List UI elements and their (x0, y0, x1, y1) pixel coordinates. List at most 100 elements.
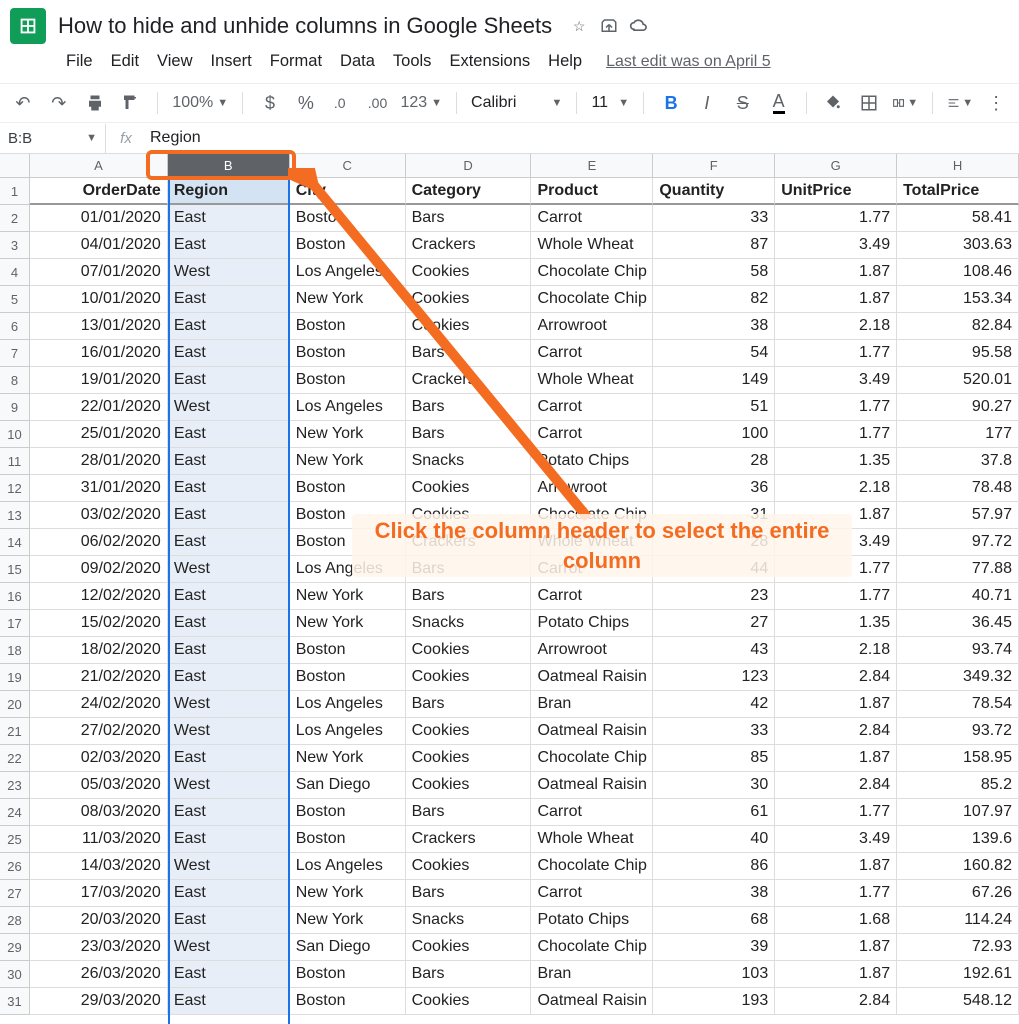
cell[interactable]: 153.34 (897, 286, 1019, 313)
cell[interactable]: 1.77 (775, 799, 897, 826)
cell[interactable]: Los Angeles (290, 259, 406, 286)
cell[interactable]: 03/02/2020 (30, 502, 168, 529)
row-header[interactable]: 30 (0, 961, 30, 988)
cell[interactable]: 3.49 (775, 232, 897, 259)
cell[interactable]: Chocolate Chip (531, 745, 653, 772)
cell[interactable]: Carrot (531, 205, 653, 232)
cell[interactable]: 05/03/2020 (30, 772, 168, 799)
row-header[interactable]: 27 (0, 880, 30, 907)
decrease-decimal-icon[interactable]: .0 (329, 90, 355, 116)
cell[interactable]: 01/01/2020 (30, 205, 168, 232)
cell[interactable]: 68 (653, 907, 775, 934)
menu-insert[interactable]: Insert (203, 48, 260, 75)
cell[interactable]: 149 (653, 367, 775, 394)
cell[interactable]: Los Angeles (290, 556, 406, 583)
borders-button[interactable] (856, 90, 882, 116)
cell[interactable]: East (168, 232, 290, 259)
row-header[interactable]: 1 (0, 178, 30, 205)
cell[interactable]: Snacks (406, 448, 532, 475)
cell[interactable]: East (168, 664, 290, 691)
sheets-logo-icon[interactable] (10, 8, 46, 44)
cell[interactable]: West (168, 934, 290, 961)
cell[interactable]: Cookies (406, 934, 532, 961)
cell[interactable]: 192.61 (897, 961, 1019, 988)
header-cell[interactable]: Category (406, 178, 532, 205)
cell[interactable]: Boston (290, 961, 406, 988)
move-icon[interactable] (598, 15, 620, 37)
cell[interactable]: Boston (290, 340, 406, 367)
cell[interactable]: 1.87 (775, 745, 897, 772)
cell[interactable]: East (168, 340, 290, 367)
cell[interactable]: Arrowroot (531, 475, 653, 502)
italic-button[interactable]: I (694, 90, 720, 116)
cell[interactable]: Crackers (406, 529, 532, 556)
cell[interactable]: New York (290, 448, 406, 475)
cell[interactable]: 15/02/2020 (30, 610, 168, 637)
cell[interactable]: 14/03/2020 (30, 853, 168, 880)
cell[interactable]: 1.87 (775, 259, 897, 286)
cell[interactable]: Boston (290, 475, 406, 502)
cell[interactable]: 349.32 (897, 664, 1019, 691)
cell[interactable]: East (168, 583, 290, 610)
cell[interactable]: Oatmeal Raisin (531, 988, 653, 1015)
cell[interactable]: Boston (290, 637, 406, 664)
cell[interactable]: East (168, 475, 290, 502)
cell[interactable]: Bars (406, 880, 532, 907)
cell[interactable]: East (168, 961, 290, 988)
cell[interactable]: 1.35 (775, 448, 897, 475)
cell[interactable]: 1.87 (775, 691, 897, 718)
cell[interactable]: Cookies (406, 745, 532, 772)
row-header[interactable]: 17 (0, 610, 30, 637)
row-header[interactable]: 8 (0, 367, 30, 394)
cell[interactable]: New York (290, 286, 406, 313)
cell[interactable]: 82 (653, 286, 775, 313)
cell[interactable]: New York (290, 745, 406, 772)
cell[interactable]: 04/01/2020 (30, 232, 168, 259)
document-title[interactable]: How to hide and unhide columns in Google… (58, 13, 552, 39)
header-cell[interactable]: Quantity (653, 178, 775, 205)
cell[interactable]: 3.49 (775, 367, 897, 394)
cell[interactable]: Chocolate Chip (531, 259, 653, 286)
cell[interactable]: 08/03/2020 (30, 799, 168, 826)
header-cell[interactable]: Region (168, 178, 290, 205)
column-header-G[interactable]: G (775, 154, 897, 178)
row-header[interactable]: 19 (0, 664, 30, 691)
cell[interactable]: 30 (653, 772, 775, 799)
cell[interactable]: Potato Chips (531, 448, 653, 475)
cell[interactable]: 43 (653, 637, 775, 664)
cell[interactable]: 2.18 (775, 475, 897, 502)
cell[interactable]: Boston (290, 232, 406, 259)
cell[interactable]: 3.49 (775, 826, 897, 853)
menu-file[interactable]: File (58, 48, 101, 75)
select-all-corner[interactable] (0, 154, 30, 178)
cell[interactable]: East (168, 205, 290, 232)
cell[interactable]: West (168, 772, 290, 799)
cell[interactable]: Bars (406, 799, 532, 826)
cell[interactable]: 09/02/2020 (30, 556, 168, 583)
zoom-dropdown[interactable]: 100% ▼ (172, 94, 228, 112)
row-header[interactable]: 14 (0, 529, 30, 556)
cell[interactable]: 44 (653, 556, 775, 583)
cell[interactable]: 27 (653, 610, 775, 637)
cell[interactable]: East (168, 313, 290, 340)
cell[interactable]: 58.41 (897, 205, 1019, 232)
cell[interactable]: 97.72 (897, 529, 1019, 556)
font-size-dropdown[interactable]: 11▼ (591, 94, 629, 112)
cell[interactable]: 19/01/2020 (30, 367, 168, 394)
row-header[interactable]: 16 (0, 583, 30, 610)
cell[interactable]: 107.97 (897, 799, 1019, 826)
fill-color-button[interactable] (821, 90, 847, 116)
cell[interactable]: Chocolate Chip (531, 853, 653, 880)
increase-decimal-icon[interactable]: .00 (365, 90, 391, 116)
cell[interactable]: East (168, 367, 290, 394)
cell[interactable]: Oatmeal Raisin (531, 664, 653, 691)
cell[interactable]: 36 (653, 475, 775, 502)
cell[interactable]: 23/03/2020 (30, 934, 168, 961)
cell[interactable]: Snacks (406, 610, 532, 637)
cell[interactable]: Oatmeal Raisin (531, 718, 653, 745)
cell[interactable]: 2.18 (775, 637, 897, 664)
cell[interactable]: 160.82 (897, 853, 1019, 880)
cell[interactable]: 33 (653, 205, 775, 232)
menu-view[interactable]: View (149, 48, 200, 75)
cell[interactable]: West (168, 853, 290, 880)
